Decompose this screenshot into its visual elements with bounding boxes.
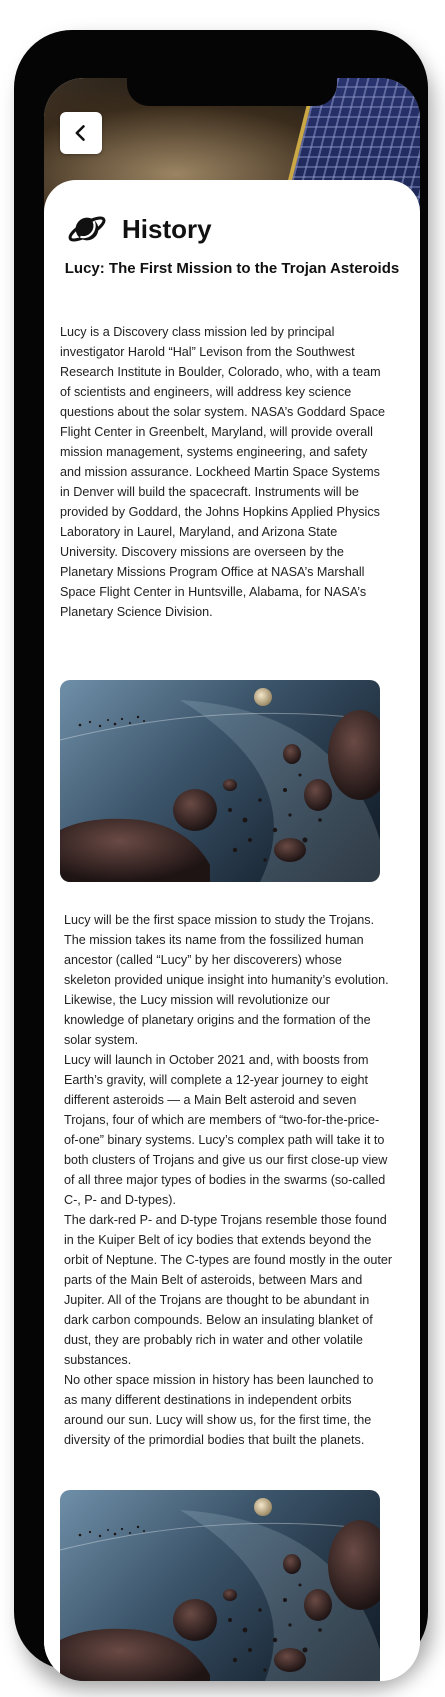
content-card: History Lucy: The First Mission to the T… — [44, 180, 420, 1681]
screen: History Lucy: The First Mission to the T… — [44, 78, 420, 1681]
page-title: History — [122, 213, 212, 244]
title-row: History — [66, 209, 212, 249]
chevron-left-icon — [75, 125, 85, 141]
paragraph-3: Lucy will launch in October 2021 and, wi… — [64, 1053, 388, 1207]
paragraph-2: Lucy will be the first space mission to … — [64, 913, 389, 1047]
planet-icon — [68, 216, 106, 242]
asteroid-illustration-1 — [60, 680, 380, 882]
paragraph-5: No other space mission in history has be… — [64, 1373, 374, 1447]
asteroid-illustration-2 — [60, 1490, 380, 1681]
phone-frame: History Lucy: The First Mission to the T… — [14, 30, 428, 1681]
paragraph-1: Lucy is a Discovery class mission led by… — [60, 325, 386, 619]
paragraph-4: The dark-red P- and D-type Trojans resem… — [64, 1213, 393, 1367]
back-button[interactable] — [60, 112, 102, 154]
page-subtitle: Lucy: The First Mission to the Trojan As… — [64, 260, 400, 277]
device-notch — [127, 78, 337, 106]
